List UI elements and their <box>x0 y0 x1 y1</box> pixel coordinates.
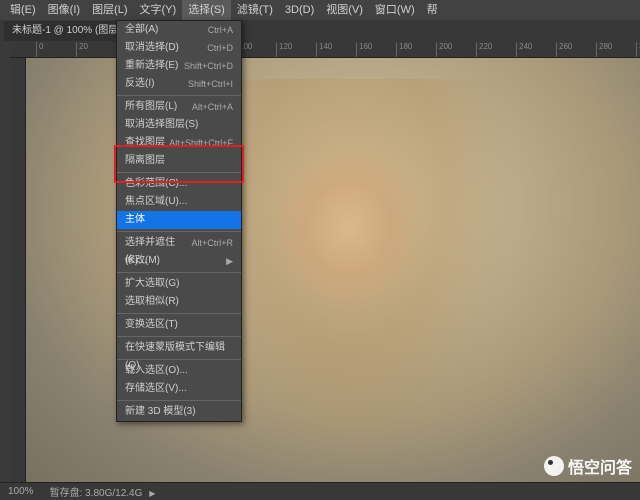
ruler-tick: 220 <box>476 42 516 57</box>
menu-item-label: 扩大选取(G) <box>125 275 179 293</box>
menu-layer[interactable]: 图层(L) <box>86 0 133 20</box>
menu-item[interactable]: 新建 3D 模型(3) <box>117 403 241 421</box>
menu-item-label: 取消选择(D) <box>125 39 179 57</box>
menu-item-shortcut: Alt+Shift+Ctrl+F <box>169 134 233 152</box>
toolbar-left <box>0 42 10 482</box>
menu-item[interactable]: 查找图层Alt+Shift+Ctrl+F <box>117 134 241 152</box>
menu-help[interactable]: 帮 <box>421 0 444 20</box>
menu-item[interactable]: 反选(I) Shift+Ctrl+I <box>117 75 241 93</box>
menu-item-shortcut: Alt+Ctrl+A <box>192 98 233 116</box>
watermark: 悟空问答 <box>544 454 632 478</box>
menu-separator <box>117 313 241 314</box>
ruler-tick: 240 <box>516 42 556 57</box>
menu-item-shortcut: Shift+Ctrl+I <box>188 75 233 93</box>
menu-separator <box>117 336 241 337</box>
menu-item[interactable]: 所有图层(L) Alt+Ctrl+A <box>117 98 241 116</box>
menu-separator <box>117 95 241 96</box>
menu-separator <box>117 231 241 232</box>
menu-item-label: 主体 <box>125 211 145 229</box>
menu-item[interactable]: 变换选区(T) <box>117 316 241 334</box>
menu-item-label: 所有图层(L) <box>125 98 177 116</box>
ruler-tick: 300 <box>636 42 640 57</box>
menu-item-label: 修改(M) <box>125 252 160 270</box>
menu-item[interactable]: 焦点区域(U)... <box>117 193 241 211</box>
chevron-right-icon[interactable]: ▶ <box>149 489 155 498</box>
menu-item[interactable]: 重新选择(E) Shift+Ctrl+D <box>117 57 241 75</box>
ruler-tick: 160 <box>356 42 396 57</box>
menu-item[interactable]: 取消选择图层(S) <box>117 116 241 134</box>
menu-item-label: 色彩范围(C)... <box>125 175 187 193</box>
menu-item-label: 隔离图层 <box>125 152 165 170</box>
menu-window[interactable]: 窗口(W) <box>369 0 421 20</box>
menu-3d[interactable]: 3D(D) <box>279 0 320 20</box>
menu-text[interactable]: 文字(Y) <box>134 0 183 20</box>
menu-item-shortcut: Ctrl+A <box>208 21 233 39</box>
select-menu-dropdown: 全部(A) Ctrl+A 取消选择(D) Ctrl+D 重新选择(E) Shift+Ctr… <box>116 20 242 422</box>
menu-separator <box>117 172 241 173</box>
ruler-tick: 0 <box>36 42 76 57</box>
menu-item-label: 载入选区(O)... <box>125 362 188 380</box>
menu-item-shortcut: Ctrl+D <box>207 39 233 57</box>
ruler-tick: 20 <box>76 42 116 57</box>
statusbar: 100% 暂存盘: 3.80G/12.4G ▶ <box>0 482 640 500</box>
menu-item[interactable]: 隔离图层 <box>117 152 241 170</box>
zoom-level[interactable]: 100% <box>8 486 34 497</box>
menu-item-shortcut: Shift+Ctrl+D <box>184 57 233 75</box>
menu-item[interactable]: 选取相似(R) <box>117 293 241 311</box>
menu-item-label: 新建 3D 模型(3) <box>125 403 196 421</box>
menu-filter[interactable]: 滤镜(T) <box>231 0 279 20</box>
menu-item[interactable]: 扩大选取(G) <box>117 275 241 293</box>
ruler-tick: 180 <box>396 42 436 57</box>
menu-select[interactable]: 选择(S) <box>182 0 231 20</box>
ruler-tick: 280 <box>596 42 636 57</box>
menu-item[interactable]: 选择并遮住(K)...Alt+Ctrl+R <box>117 234 241 252</box>
menu-item[interactable]: 色彩范围(C)... <box>117 175 241 193</box>
chevron-right-icon: ▶ <box>226 252 233 270</box>
ruler-tick: 120 <box>276 42 316 57</box>
menu-item-label: 取消选择图层(S) <box>125 116 198 134</box>
menu-item-label: 存储选区(V)... <box>125 380 187 398</box>
ruler-horizontal: 0204060801001201401601802002202402602803… <box>10 42 640 58</box>
watermark-text: 悟空问答 <box>568 454 632 478</box>
menu-item-label: 反选(I) <box>125 75 154 93</box>
menubar: 辑(E) 图像(I) 图层(L) 文字(Y) 选择(S) 滤镜(T) 3D(D)… <box>0 0 640 20</box>
menu-edit[interactable]: 辑(E) <box>4 0 42 20</box>
ruler-tick: 140 <box>316 42 356 57</box>
menu-item-label: 查找图层 <box>125 134 165 152</box>
menu-item-label: 在快速蒙版模式下编辑(Q) <box>125 339 233 357</box>
menu-item-label: 焦点区域(U)... <box>125 193 187 211</box>
menu-separator <box>117 272 241 273</box>
menu-item[interactable]: 修改(M) ▶ <box>117 252 241 270</box>
menu-item-shortcut: Alt+Ctrl+R <box>191 234 233 252</box>
menu-item-label: 重新选择(E) <box>125 57 178 75</box>
menu-item[interactable]: 全部(A) Ctrl+A <box>117 21 241 39</box>
menu-item[interactable]: 载入选区(O)... <box>117 362 241 380</box>
wukong-logo-icon <box>544 456 564 476</box>
menu-separator <box>117 400 241 401</box>
ruler-vertical <box>10 58 26 482</box>
menu-item[interactable]: 存储选区(V)... <box>117 380 241 398</box>
menu-item-label: 选取相似(R) <box>125 293 179 311</box>
menu-item-label: 变换选区(T) <box>125 316 178 334</box>
menu-item-label: 全部(A) <box>125 21 158 39</box>
menu-item[interactable]: 在快速蒙版模式下编辑(Q) <box>117 339 241 357</box>
menu-item-label: 选择并遮住(K)... <box>125 234 191 252</box>
menu-view[interactable]: 视图(V) <box>320 0 369 20</box>
menu-item[interactable]: 主体 <box>117 211 241 229</box>
storage-info: 暂存盘: 3.80G/12.4G ▶ <box>50 484 156 499</box>
ruler-tick: 200 <box>436 42 476 57</box>
ruler-tick: 100 <box>236 42 276 57</box>
menu-item[interactable]: 取消选择(D) Ctrl+D <box>117 39 241 57</box>
menu-image[interactable]: 图像(I) <box>42 0 86 20</box>
document-tab-bar: 未标题-1 @ 100% (图层 1, RGB × <box>0 20 640 42</box>
ruler-tick: 260 <box>556 42 596 57</box>
